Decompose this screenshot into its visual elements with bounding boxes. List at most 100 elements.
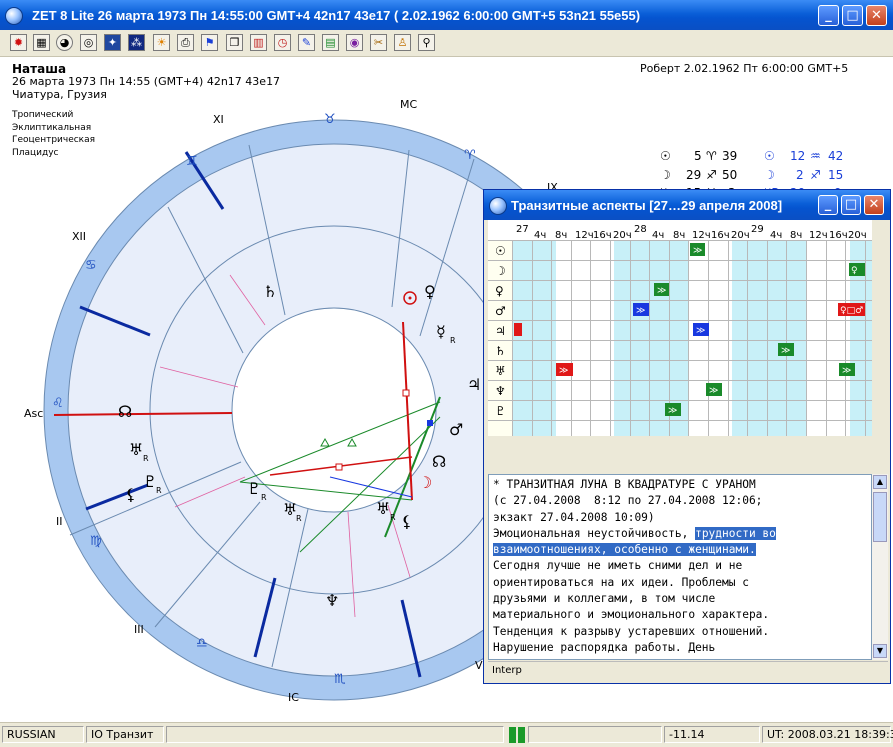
maximize-button[interactable]: □ (842, 5, 863, 26)
row-moon: ☽ (495, 264, 506, 278)
svg-text:≫: ≫ (559, 366, 568, 376)
svg-text:♍: ♍ (90, 534, 102, 549)
svg-text:☿: ☿ (436, 322, 446, 341)
stars-icon[interactable]: ⁂ (128, 34, 145, 51)
transit-close-button[interactable]: ✕ (864, 195, 884, 215)
svg-text:♅: ♅ (376, 499, 390, 518)
interp-line: ориентироваться на их идеи. Проблемы с (493, 575, 749, 589)
chart-icon[interactable]: ✦ (104, 34, 121, 51)
svg-text:♏: ♏ (334, 672, 346, 687)
transit-aspects-window[interactable]: Транзитные аспекты [27…29 апреля 2008] _… (484, 190, 890, 683)
status-language: RUSSIAN (2, 726, 84, 743)
svg-text:R: R (261, 493, 267, 502)
edit-icon[interactable]: ✎ (298, 34, 315, 51)
transit-minimize-button[interactable]: _ (818, 195, 838, 215)
svg-text:R: R (156, 486, 162, 495)
transit-moon-marker[interactable]: ☽ (418, 473, 432, 492)
hour-label: 16ч (593, 230, 612, 241)
svg-text:≫: ≫ (842, 366, 851, 376)
planet-row-sun[interactable]: ☉ 5 ♈ 39 ☉ 12 ♒ 42 (648, 147, 888, 166)
scroll-thumb[interactable] (873, 492, 887, 542)
person-icon[interactable]: ♙ (394, 34, 411, 51)
house-label-asc: Asc (24, 407, 43, 420)
status-empty (166, 726, 504, 743)
selected-text[interactable]: взаимоотношениях, особенно с женщинами. (493, 543, 756, 557)
alert-icon[interactable]: ✹ (10, 34, 27, 51)
svg-text:R: R (143, 454, 149, 463)
interp-line: взаимоотношениях, особенно с женщинами. (493, 542, 867, 558)
house-label-mc: MC (400, 98, 417, 111)
svg-text:R: R (450, 336, 456, 345)
row-venus: ♀ (495, 284, 504, 298)
transit-window-icon[interactable] (489, 197, 507, 215)
hour-label: 12ч (575, 230, 594, 241)
globe-icon[interactable]: ◕ (56, 34, 73, 51)
tools-icon[interactable]: ✂ (370, 34, 387, 51)
clock-icon[interactable]: ◷ (274, 34, 291, 51)
house-label-ic: IC (288, 691, 299, 704)
transit-window-title: Транзитные аспекты [27…29 апреля 2008] (511, 198, 783, 213)
transit-maximize-button[interactable]: □ (841, 195, 861, 215)
run-icon[interactable]: ⚲ (418, 34, 435, 51)
status-mode: IO Транзит (86, 726, 164, 743)
svg-text:☊: ☊ (432, 452, 446, 471)
bookmark-icon[interactable]: ⚑ (201, 34, 218, 51)
interp-line: Тенденция к разрыву устаревших отношений… (493, 624, 770, 638)
day-label-27: 27 (516, 224, 529, 235)
svg-text:☊: ☊ (118, 402, 132, 421)
wheel-icon[interactable]: ◎ (80, 34, 97, 51)
row-jupiter: ♃ (495, 324, 506, 338)
svg-text:⚸: ⚸ (401, 512, 413, 531)
interp-footer: Interp (488, 661, 888, 679)
toolbar: ✹ ▦ ◕ ◎ ✦ ⁂ ☀ ⎙ ⚑ ❐ ▥ ◷ ✎ ▤ ◉ ✂ ♙ ⚲ 1 ▲▼… (0, 30, 893, 87)
svg-text:≫: ≫ (657, 286, 666, 296)
close-button[interactable]: ✕ (866, 5, 887, 26)
row-saturn: ♄ (495, 344, 506, 358)
selected-text[interactable]: трудности во (695, 526, 776, 540)
svg-text:≫: ≫ (668, 406, 677, 416)
interp-line: друзьями и коллегами, в том числе (493, 592, 716, 606)
row-pluto: ♇ (495, 404, 506, 418)
svg-text:♋: ♋ (85, 258, 97, 273)
house-label-xii: XII (72, 230, 86, 243)
planet-row-moon[interactable]: ☽ 29 ♐ 50 ☽ 2 ♐ 15 (648, 166, 888, 185)
interpretation-scrollbar[interactable]: ▲ ▼ (872, 474, 888, 660)
grid-icon[interactable]: ▥ (250, 34, 267, 51)
row-mars: ♂ (495, 304, 506, 318)
interp-line: Эмоциональная неустойчивость, трудности … (493, 526, 867, 542)
house-label-iii: III (134, 623, 144, 636)
status-time: UT: 2008.03.21 18:39:36 (762, 726, 893, 743)
minimize-button[interactable]: _ (818, 5, 839, 26)
app-icon[interactable] (5, 7, 23, 25)
status-indicator (509, 727, 516, 743)
copy-icon[interactable]: ❐ (226, 34, 243, 51)
scroll-up-arrow[interactable]: ▲ (873, 475, 887, 489)
interp-span: Эмоциональная неустойчивость, (493, 526, 696, 540)
status-indicator (518, 727, 525, 743)
aspect-marker[interactable] (514, 323, 522, 336)
svg-text:≫: ≫ (709, 386, 718, 396)
sun-icon[interactable]: ☀ (153, 34, 170, 51)
calendar-icon[interactable]: ▤ (322, 34, 339, 51)
hour-label: 8ч (673, 230, 685, 241)
hour-label: 16ч (829, 230, 848, 241)
wheel2-icon[interactable]: ◉ (346, 34, 363, 51)
hour-label: 8ч (555, 230, 567, 241)
svg-text:♃: ♃ (467, 375, 481, 394)
hour-label: 4ч (770, 230, 782, 241)
svg-text:♆: ♆ (325, 591, 339, 610)
hour-label: 20ч (848, 230, 867, 241)
hour-label: 4ч (534, 230, 546, 241)
print-icon[interactable]: ⎙ (177, 34, 194, 51)
svg-text:♀□♂: ♀□♂ (840, 306, 863, 316)
svg-text:♀: ♀ (851, 266, 858, 276)
svg-text:≫: ≫ (636, 306, 645, 316)
interpretation-text[interactable]: * ТРАНЗИТНАЯ ЛУНА В КВАДРАТУРЕ С УРАНОМ (… (488, 474, 872, 660)
table-icon[interactable]: ▦ (33, 34, 50, 51)
scroll-down-arrow[interactable]: ▼ (873, 644, 887, 658)
svg-text:≫: ≫ (693, 246, 702, 256)
svg-text:♅: ♅ (129, 440, 143, 459)
svg-text:R: R (296, 514, 302, 523)
hour-label: 4ч (652, 230, 664, 241)
transit-grid[interactable]: 27 4ч 8ч 12ч 16ч 20ч 28 4ч 8ч 12ч 16ч 20… (488, 220, 872, 436)
